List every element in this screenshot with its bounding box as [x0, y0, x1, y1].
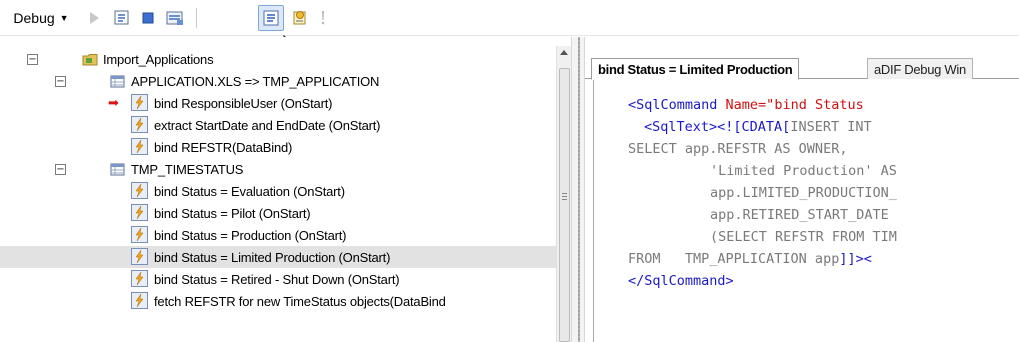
editor-tabs: bind Status = Limited Production aDIF De…: [585, 57, 1019, 80]
exclamation-button[interactable]: [314, 7, 332, 29]
tree-item-label: bind Status = Evaluation (OnStart): [154, 183, 345, 199]
tree-item-label: bind Status = Production (OnStart): [154, 227, 347, 243]
tree-item-label: bind Status = Limited Production (OnStar…: [154, 249, 391, 265]
tree-item-label: extract StartDate and EndDate (OnStart): [154, 117, 381, 133]
lightning-icon: [131, 116, 148, 133]
code-line: </SqlCommand>: [628, 273, 734, 289]
exclamation-icon: [321, 11, 325, 25]
debug-window-button[interactable]: [258, 5, 284, 31]
step-into-button[interactable]: [110, 7, 134, 29]
tree-item-label: APPLICATION.XLS => TMP_APPLICATION: [131, 73, 380, 89]
collapse-toggle[interactable]: −: [55, 75, 66, 87]
debug-window-icon: [263, 10, 279, 26]
code-line: SELECT app.REFSTR AS OWNER,: [628, 141, 848, 157]
lightning-icon: [131, 94, 148, 111]
code-line: app.RETIRED_START_DATE: [710, 207, 889, 223]
current-step-arrow-icon: ➡: [108, 95, 119, 110]
tree-item-tmp-timestatus[interactable]: − TMP_TIMESTATUS: [0, 158, 556, 180]
code-line: <SqlText><![CDATA[INSERT INT: [644, 116, 872, 138]
grip-line: [562, 199, 567, 200]
folder-icon: [82, 53, 98, 65]
tree-item-bind-status-retired[interactable]: bind Status = Retired - Shut Down (OnSta…: [0, 268, 556, 290]
tree-item-bind-status-production[interactable]: bind Status = Production (OnStart): [0, 224, 556, 246]
code-line: FROM TMP_APPLICATION app]]><: [628, 248, 872, 270]
debug-menu-button[interactable]: Debug ▼: [4, 7, 78, 29]
xml-attribute: Name="bind Status: [725, 97, 864, 113]
tab-bind-status-limited-production[interactable]: bind Status = Limited Production: [591, 58, 800, 80]
play-button[interactable]: [84, 7, 104, 29]
tree-item-label: Import_Applications: [103, 51, 214, 67]
code-line: app.LIMITED_PRODUCTION_: [710, 185, 897, 201]
stop-button[interactable]: [136, 7, 160, 29]
sql-text: INSERT INT: [790, 119, 872, 135]
code-line: 'Limited Production' AS: [710, 163, 897, 179]
toolbar: Debug ▼: [0, 0, 1019, 56]
lightning-icon: [131, 138, 148, 155]
lightning-icon: [131, 182, 148, 199]
tree-item-extract-startdate[interactable]: extract StartDate and EndDate (OnStart): [0, 114, 556, 136]
tree-item-label: bind REFSTR(DataBind): [154, 139, 293, 155]
toolbar-separator: [196, 8, 197, 28]
scroll-up-arrow-icon[interactable]: [560, 50, 568, 55]
tree-item-bind-status-limited-production[interactable]: bind Status = Limited Production (OnStar…: [0, 246, 556, 268]
editor-panel: bind Status = Limited Production aDIF De…: [585, 37, 1019, 342]
sql-text: FROM TMP_APPLICATION app: [628, 251, 840, 267]
splitter-grip: [578, 37, 580, 342]
tree-item-bind-status-pilot[interactable]: bind Status = Pilot (OnStart): [0, 202, 556, 224]
debug-menu-label: Debug: [13, 10, 55, 26]
tree-item-bind-responsibleuser[interactable]: ➡ bind ResponsibleUser (OnStart): [0, 92, 556, 114]
breakpoints-icon: [166, 11, 183, 25]
tree-scrollbar[interactable]: [556, 46, 571, 342]
watch-icon: [293, 11, 306, 25]
chevron-down-icon: ▼: [59, 13, 69, 23]
watch-button[interactable]: [288, 7, 312, 29]
play-icon: [90, 12, 99, 24]
lightning-icon: [131, 292, 148, 309]
grip-line: [562, 193, 567, 194]
code-line: (SELECT REFSTR FROM TIM: [710, 229, 897, 245]
tree-item-label: bind Status = Pilot (OnStart): [154, 205, 311, 221]
tree-item-label: fetch REFSTR for new TimeStatus objects(…: [154, 293, 446, 309]
panel-splitter[interactable]: [571, 37, 585, 342]
xml-tag: <SqlCommand: [628, 97, 726, 113]
tree-item-import-applications[interactable]: − Import_Applications: [0, 48, 556, 70]
xml-tag: ]]><: [839, 251, 872, 267]
collapse-toggle[interactable]: −: [27, 53, 38, 65]
tree-item-fetch-refstr[interactable]: fetch REFSTR for new TimeStatus objects(…: [0, 290, 556, 312]
scrollbar-thumb[interactable]: [559, 68, 570, 342]
tree-item-bind-status-evaluation[interactable]: bind Status = Evaluation (OnStart): [0, 180, 556, 202]
lightning-icon: [131, 248, 148, 265]
tree-panel: − Import_Applications − APPLICATION.XLS …: [0, 37, 571, 342]
tree-item-label: TMP_TIMESTATUS: [131, 161, 244, 177]
tree-item-label: bind Status = Retired - Shut Down (OnSta…: [154, 271, 400, 287]
tree-item-bind-refstr[interactable]: bind REFSTR(DataBind): [0, 136, 556, 158]
lightning-icon: [131, 204, 148, 221]
step-into-icon: [114, 10, 129, 25]
tab-adif-debug-window[interactable]: aDIF Debug Win: [867, 58, 973, 79]
stop-icon: [142, 12, 154, 24]
lightning-icon: [131, 270, 148, 287]
collapse-toggle[interactable]: −: [55, 163, 66, 175]
breakpoints-button[interactable]: [162, 7, 188, 29]
xml-tag: <SqlText><![CDATA[: [644, 119, 791, 135]
table-icon: [110, 75, 125, 87]
code-editor[interactable]: <SqlCommand Name="bind Status <SqlText><…: [593, 80, 1019, 342]
grip-line: [562, 196, 567, 197]
code-line: <SqlCommand Name="bind Status: [628, 94, 864, 116]
lightning-icon: [131, 226, 148, 243]
tree-item-label: bind ResponsibleUser (OnStart): [154, 95, 333, 111]
table-icon: [110, 163, 125, 175]
tree-item-application-xls[interactable]: − APPLICATION.XLS => TMP_APPLICATION: [0, 70, 556, 92]
